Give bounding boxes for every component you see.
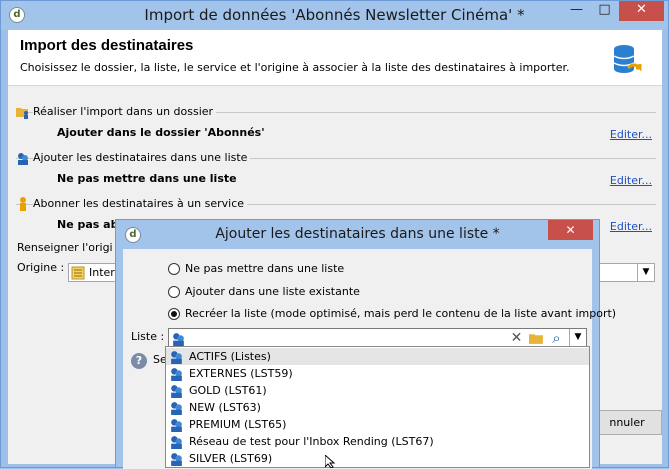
list-people-icon xyxy=(171,402,182,415)
database-import-icon xyxy=(613,45,642,73)
list-people-icon xyxy=(171,368,182,381)
edit-list-link[interactable]: Editer... xyxy=(610,174,652,187)
origin-section-label: Renseigner l'origi xyxy=(17,241,113,254)
section-service-label: Abonner les destinataires à un service xyxy=(33,197,248,210)
list-item-label: EXTERNES (LST59) xyxy=(189,367,293,380)
radio-recreate-list[interactable] xyxy=(168,308,180,320)
section-list: Ajouter les destinataires dans une liste… xyxy=(16,150,656,190)
list-item-label: Réseau de test pour l'Inbox Rending (LST… xyxy=(189,435,434,448)
list-people-icon xyxy=(171,436,182,449)
chevron-down-icon[interactable]: ▼ xyxy=(569,329,586,347)
list-item[interactable]: PREMIUM (LST65) xyxy=(166,416,589,433)
mouse-cursor-icon xyxy=(325,455,336,468)
section-list-label: Ajouter les destinataires dans une liste xyxy=(33,151,251,164)
list-item-label: PREMIUM (LST65) xyxy=(189,418,287,431)
radio-no-list[interactable] xyxy=(168,263,180,275)
header-panel: Import des destinataires Choisissez le d… xyxy=(8,30,662,86)
main-titlebar[interactable]: d Import de données 'Abonnés Newsletter … xyxy=(1,1,668,30)
list-dropdown[interactable]: ACTIFS (Listes) EXTERNES (LST59) GOLD (L… xyxy=(165,346,590,468)
chevron-down-icon[interactable]: ▼ xyxy=(637,264,654,281)
radio-existing-list[interactable] xyxy=(168,286,180,298)
section-list-header: Ajouter les destinataires dans une liste xyxy=(16,150,656,166)
list-item-label: SILVER (LST69) xyxy=(189,452,273,465)
maximize-button[interactable]: □ xyxy=(591,1,618,21)
list-people-icon xyxy=(171,419,182,432)
list-people-icon xyxy=(18,153,28,165)
cancel-button[interactable]: nnuler xyxy=(592,410,662,435)
list-item[interactable]: ACTIFS (Listes) xyxy=(166,348,589,365)
minimize-button[interactable]: — xyxy=(563,1,590,21)
option-existing-list-label: Ajouter dans une liste existante xyxy=(185,285,360,298)
list-people-icon xyxy=(171,385,182,398)
origin-value: Inter xyxy=(89,266,115,279)
option-recreate-list-label: Recréer la liste (mode optimisé, mais pe… xyxy=(185,307,617,320)
help-icon: ? xyxy=(131,353,147,369)
origin-label: Origine : xyxy=(17,261,65,274)
dialog-title: Ajouter les destinataires dans une liste… xyxy=(215,226,500,242)
list-item[interactable]: SILVER (LST69) xyxy=(166,450,589,467)
list-item-label: NEW (LST63) xyxy=(189,401,261,414)
list-item-label: GOLD (LST61) xyxy=(189,384,267,397)
section-folder: Réaliser l'import dans un dossier Ajoute… xyxy=(16,104,656,144)
service-person-icon xyxy=(20,197,26,211)
list-item[interactable]: GOLD (LST61) xyxy=(166,382,589,399)
origin-list-icon xyxy=(71,266,85,280)
close-button[interactable]: ✕ xyxy=(619,1,664,21)
folder-person-icon xyxy=(16,108,28,119)
list-item[interactable]: NEW (LST63) xyxy=(166,399,589,416)
folder-icon[interactable] xyxy=(529,331,544,346)
page-title: Import des destinataires xyxy=(20,37,194,54)
list-item-label: ACTIFS (Listes) xyxy=(189,350,271,363)
clear-icon[interactable]: ✕ xyxy=(509,330,524,346)
section-service-header: Abonner les destinataires à un service xyxy=(16,196,656,212)
dialog-close-button[interactable]: ✕ xyxy=(548,220,593,240)
section-folder-header: Réaliser l'import dans un dossier xyxy=(16,104,656,120)
section-folder-value: Ajouter dans le dossier 'Abonnés' xyxy=(57,126,265,139)
list-item[interactable]: EXTERNES (LST59) xyxy=(166,365,589,382)
page-subtitle: Choisissez le dossier, la liste, le serv… xyxy=(20,61,570,74)
section-list-value: Ne pas mettre dans une liste xyxy=(57,172,237,185)
list-selector[interactable]: ✕ ⌕ ▼ xyxy=(168,328,587,348)
search-icon[interactable]: ⌕ xyxy=(549,329,564,347)
list-people-icon xyxy=(171,351,182,364)
list-people-icon xyxy=(171,453,182,466)
section-folder-label: Réaliser l'import dans un dossier xyxy=(33,105,217,118)
option-no-list-label: Ne pas mettre dans une liste xyxy=(185,262,345,275)
edit-folder-link[interactable]: Editer... xyxy=(610,128,652,141)
list-item[interactable]: Réseau de test pour l'Inbox Rending (LST… xyxy=(166,433,589,450)
list-label: Liste : xyxy=(131,330,165,343)
edit-service-link[interactable]: Editer... xyxy=(610,220,652,233)
list-people-icon xyxy=(173,333,184,346)
